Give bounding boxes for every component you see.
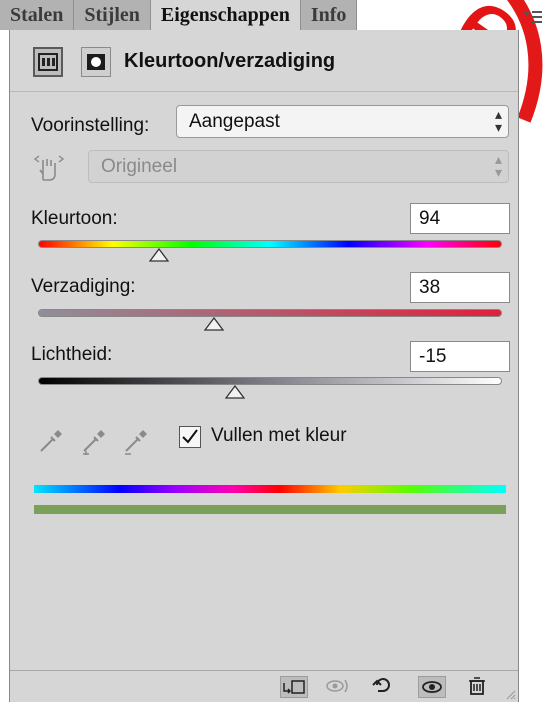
preset-select[interactable]: Aangepast ▴ ▾ — [176, 105, 509, 138]
result-color-bar — [34, 505, 506, 514]
saturation-label: Verzadiging: — [31, 276, 136, 297]
hue-slider-thumb[interactable] — [148, 248, 169, 262]
visibility-button[interactable] — [418, 676, 446, 698]
clip-to-layer-button[interactable] — [280, 676, 308, 698]
view-previous-icon — [326, 679, 348, 693]
original-hue-bar — [34, 485, 506, 493]
panel-title: Kleurtoon/verzadiging — [124, 50, 336, 72]
hand-target-icon[interactable] — [33, 150, 65, 182]
eyedropper-icon[interactable] — [37, 427, 65, 455]
hue-input[interactable]: 94 — [410, 203, 510, 234]
colorize-label: Vullen met kleur — [211, 425, 347, 446]
reset-button[interactable] — [370, 676, 398, 698]
tab-stijlen[interactable]: Stijlen — [74, 0, 151, 30]
reset-icon — [372, 678, 390, 692]
adjustment-icon-button[interactable] — [33, 47, 63, 77]
tab-stalen[interactable]: Stalen — [0, 0, 75, 30]
eyedropper-plus-icon[interactable] — [80, 427, 108, 455]
checkmark-icon — [182, 429, 198, 444]
select-arrows-icon: ▴ ▾ — [494, 106, 502, 135]
colorize-checkbox[interactable] — [179, 426, 201, 448]
select-arrows-icon: ▴ ▾ — [494, 151, 502, 180]
adjustment-icon — [38, 53, 58, 71]
lightness-input[interactable]: -15 — [410, 341, 510, 372]
panel-tab-bar: Stalen Stijlen Eigenschappen Info — [0, 0, 520, 30]
hue-slider-track[interactable] — [38, 240, 502, 248]
lightness-slider-track[interactable] — [38, 377, 502, 385]
channel-value: Origineel — [101, 156, 178, 177]
clip-to-layer-icon — [283, 680, 305, 694]
properties-panel: Kleurtoon/verzadiging Voorinstelling: Aa… — [9, 30, 519, 702]
saturation-input[interactable]: 38 — [410, 272, 510, 303]
tab-eigenschappen[interactable]: Eigenschappen — [150, 0, 301, 30]
trash-icon — [469, 677, 485, 695]
panel-menu-icon[interactable] — [522, 8, 544, 26]
mask-icon-button[interactable] — [81, 47, 111, 77]
channel-select[interactable]: Origineel ▴ ▾ — [88, 150, 509, 183]
hue-label: Kleurtoon: — [31, 208, 118, 229]
preset-label: Voorinstelling: — [31, 115, 150, 136]
view-previous-button[interactable] — [324, 676, 352, 698]
tab-info[interactable]: Info — [300, 0, 358, 30]
lightness-slider-thumb[interactable] — [225, 385, 246, 399]
eye-icon — [422, 681, 442, 693]
resize-grip-icon[interactable] — [504, 688, 516, 700]
panel-header: Kleurtoon/verzadiging — [10, 30, 518, 92]
preset-value: Aangepast — [189, 111, 280, 132]
lightness-label: Lichtheid: — [31, 344, 113, 365]
saturation-slider-thumb[interactable] — [204, 317, 225, 331]
delete-button[interactable] — [464, 676, 492, 698]
eyedropper-minus-icon[interactable] — [122, 427, 150, 455]
mask-icon — [87, 54, 105, 70]
saturation-slider-track[interactable] — [38, 309, 502, 317]
panel-footer — [10, 670, 518, 702]
